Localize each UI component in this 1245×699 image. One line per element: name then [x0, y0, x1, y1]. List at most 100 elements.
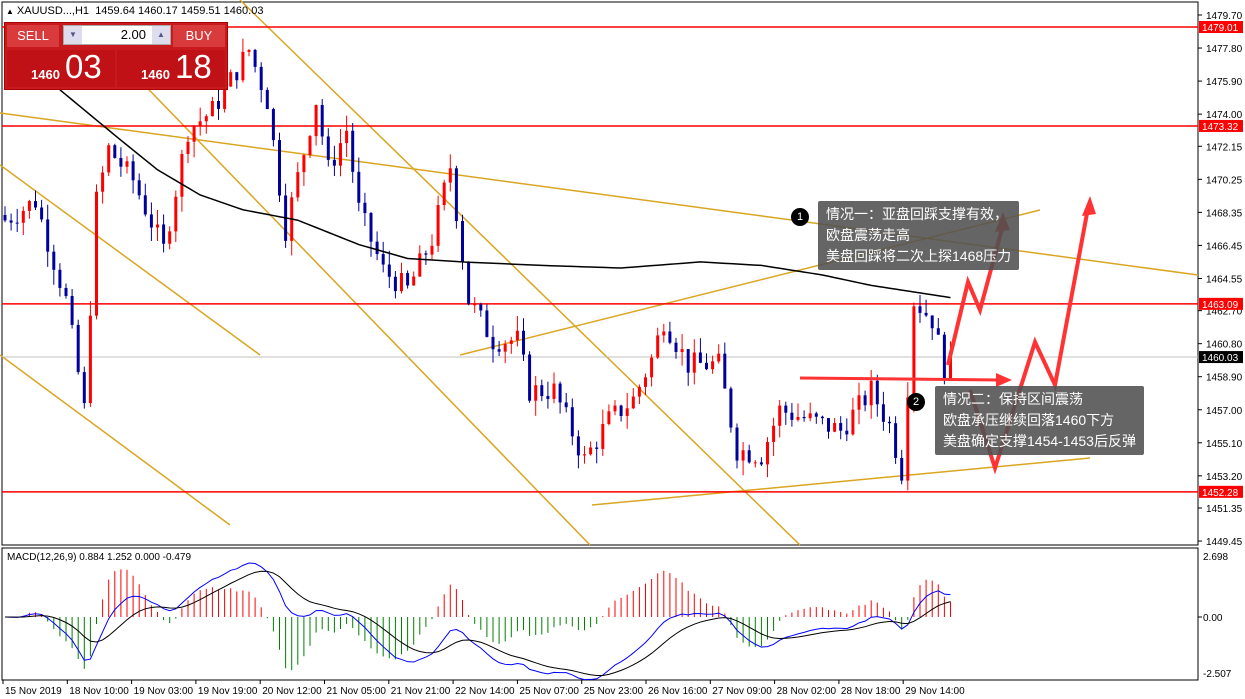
price-tick-label: 1475.90: [1206, 77, 1243, 88]
sell-price-button[interactable]: 1460 03: [7, 48, 115, 87]
trendline[interactable]: [0, 354, 231, 526]
candle: [711, 361, 715, 370]
macd-signal-line: [4, 570, 951, 677]
candle: [759, 462, 763, 465]
candle: [668, 331, 672, 343]
candle: [583, 454, 586, 456]
time-tick-label: 20 Nov 12:00: [262, 686, 322, 697]
candle: [265, 89, 269, 110]
candle: [82, 372, 86, 404]
candle: [619, 405, 623, 416]
candle: [613, 405, 617, 412]
candle: [881, 404, 885, 422]
candle: [485, 310, 489, 337]
candle: [595, 447, 599, 449]
decrease-lot-icon[interactable]: ▼: [64, 26, 82, 44]
macd-min-label: -2.507: [1203, 669, 1232, 680]
candle: [320, 104, 324, 137]
scenario-1-badge: 1: [791, 208, 809, 226]
time-tick-label: 18 Nov 10:00: [69, 686, 129, 697]
candle: [625, 408, 629, 416]
lot-value[interactable]: 2.00: [121, 26, 146, 44]
candle: [345, 130, 349, 144]
candle: [95, 191, 98, 316]
candle: [180, 153, 184, 197]
candle: [326, 136, 330, 160]
time-tick-label: 19 Nov 19:00: [198, 686, 258, 697]
candle: [497, 349, 501, 352]
candle: [198, 121, 202, 127]
candle: [259, 66, 263, 90]
trendline[interactable]: [591, 457, 1091, 506]
note-line: 欧盘震荡走高: [826, 227, 910, 243]
candle: [802, 416, 806, 419]
candle: [375, 241, 379, 255]
candle: [381, 254, 385, 265]
time-tick-label: 22 Nov 14:00: [455, 686, 515, 697]
candle: [40, 207, 44, 220]
buy-button[interactable]: BUY: [173, 25, 225, 47]
trendline[interactable]: [239, 0, 801, 546]
candle: [235, 72, 239, 81]
candle: [339, 143, 342, 166]
candle: [863, 395, 867, 406]
candle: [796, 416, 800, 420]
time-tick-label: 28 Nov 18:00: [841, 686, 901, 697]
candle: [101, 172, 105, 192]
price-tick-label: 1449.45: [1206, 537, 1243, 548]
price-chart[interactable]: 1479.70 1477.80 1475.90 1474.00 1472.15 1470.…: [0, 0, 1245, 699]
candle: [503, 343, 507, 352]
sell-button[interactable]: SELL: [7, 25, 59, 47]
candle: [686, 349, 690, 373]
price-tick-label: 1460.80: [1206, 340, 1243, 351]
candle: [637, 386, 641, 397]
increase-lot-icon[interactable]: ▲: [152, 26, 170, 44]
lot-size-input[interactable]: ▼ 2.00 ▲: [63, 25, 171, 45]
time-tick-label: 25 Nov 23:00: [584, 686, 644, 697]
candle: [808, 413, 812, 419]
price-tick-label: 1457.00: [1206, 406, 1243, 417]
candle: [125, 161, 129, 167]
candle: [241, 51, 245, 81]
candle: [601, 424, 605, 449]
price-tick-label: 1455.10: [1206, 439, 1243, 450]
candle: [247, 49, 251, 52]
trendline[interactable]: [0, 164, 261, 356]
candle: [400, 273, 403, 292]
candle: [851, 409, 855, 435]
price-tick-label: 1474.00: [1206, 110, 1243, 121]
candle: [692, 352, 696, 373]
candle: [174, 196, 178, 232]
time-tick-label: 15 Nov 2019: [5, 686, 62, 697]
candle: [363, 202, 367, 214]
symbol-label: XAUUSD...,H1: [16, 5, 90, 17]
candle: [534, 385, 538, 401]
level-label: 1479.01: [1202, 23, 1239, 34]
candle: [839, 423, 843, 431]
level-label: 1473.32: [1202, 122, 1239, 133]
collapse-triangle-icon[interactable]: ▲: [6, 7, 14, 16]
candle: [34, 201, 37, 208]
price-axis[interactable]: 1479.70 1477.80 1475.90 1474.00 1472.15 1470.…: [1198, 11, 1243, 548]
candle: [705, 362, 708, 370]
candle: [564, 402, 568, 408]
buy-price-button[interactable]: 1460 18: [117, 48, 225, 87]
candle: [833, 423, 837, 432]
macd-main-line: [4, 562, 951, 681]
candle: [656, 335, 660, 358]
close-value: 1460.03: [223, 5, 264, 17]
candle: [137, 180, 141, 196]
note-line: 美盘确定支撑1454-1453后反弹: [943, 433, 1136, 449]
candle: [747, 450, 751, 463]
candle: [131, 161, 135, 181]
candle: [271, 109, 275, 141]
candles: [3, 38, 952, 491]
candle: [192, 126, 196, 142]
candle: [784, 405, 788, 413]
arrow-head: [1082, 196, 1096, 216]
candle: [442, 182, 446, 206]
candle: [64, 287, 68, 297]
candle: [558, 383, 562, 403]
candle: [143, 195, 147, 215]
time-axis[interactable]: 15 Nov 2019 18 Nov 10:00 19 Nov 03:00 19 No…: [2, 680, 965, 697]
